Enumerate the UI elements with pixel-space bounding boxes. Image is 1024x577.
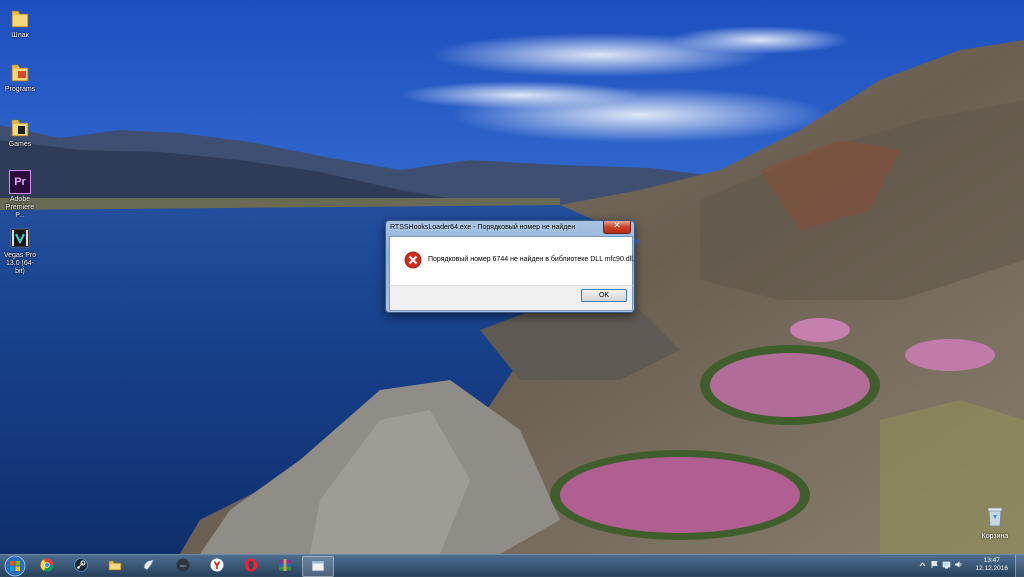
volume-icon[interactable] [954, 560, 963, 569]
svg-text:nox: nox [180, 563, 186, 568]
desktop-icon-label: Шлак [11, 32, 29, 39]
desktop-icon-games[interactable]: Games [2, 115, 38, 149]
taskbar-app-opera[interactable] [236, 556, 266, 575]
close-icon: ✕ [613, 220, 621, 230]
taskbar: nox 13:47 12.12.2016 [0, 554, 1024, 577]
taskbar-app-chrome[interactable] [32, 556, 62, 575]
taskbar-app-nox[interactable]: nox [168, 556, 198, 575]
desktop-icon-label: Adobe Premiere P... [5, 196, 35, 219]
desktop-icon-recycle-bin[interactable]: Корзина [978, 506, 1012, 540]
error-dialog: RTSSHooksLoader64.exe - Порядковый номер… [385, 220, 635, 313]
premiere-icon: Pr [9, 170, 31, 194]
desktop-icon-label: Корзина [981, 533, 1009, 540]
clock-time: 13:47 [983, 557, 1000, 564]
yandex-icon [210, 558, 224, 572]
winrar-icon [279, 559, 291, 571]
desktop-icon-programs[interactable]: Programs [2, 60, 38, 94]
desktop-icon-premiere[interactable]: Pr Adobe Premiere P... [2, 170, 38, 220]
vegas-icon [10, 228, 30, 248]
taskbar-clock[interactable]: 13:47 12.12.2016 [975, 557, 1008, 573]
network-icon[interactable] [942, 560, 951, 569]
dialog-content: Порядковый номер 6744 не найден в библио… [389, 236, 635, 285]
desktop-icon-label: Programs [4, 86, 36, 93]
ok-button[interactable]: OK [581, 289, 627, 302]
taskbar-app-active-window[interactable] [302, 556, 334, 577]
folder-icon [11, 119, 29, 137]
desktop-icon-label: Games [8, 141, 32, 148]
malwarebytes-icon [143, 559, 155, 571]
taskbar-app-winrar[interactable] [270, 556, 300, 575]
nox-icon: nox [176, 558, 190, 572]
dialog-title: RTSSHooksLoader64.exe - Порядковый номер… [390, 224, 576, 231]
dialog-message: Порядковый номер 6744 не найден в библио… [428, 256, 635, 263]
dialog-close-button[interactable]: ✕ [603, 220, 631, 234]
clock-date: 12.12.2016 [975, 565, 1008, 572]
start-button[interactable] [2, 555, 28, 577]
system-tray: 13:47 12.12.2016 [914, 555, 1024, 577]
opera-icon [245, 558, 257, 572]
chrome-icon [40, 558, 54, 572]
windows-logo-icon [10, 561, 15, 566]
desktop-icon-label: Vegas Pro 13.0 (64-bit) [3, 252, 37, 275]
action-center-flag-icon[interactable] [930, 560, 939, 569]
folder-icon [11, 10, 29, 28]
taskbar-app-steam[interactable] [66, 556, 96, 575]
folder-icon [108, 560, 122, 571]
window-icon [311, 560, 325, 572]
folder-icon [11, 64, 29, 82]
steam-icon [74, 558, 88, 572]
taskbar-app-yandex[interactable] [202, 556, 232, 575]
show-hidden-icons-icon[interactable] [918, 560, 927, 569]
dialog-footer: OK [389, 285, 633, 311]
desktop-icon-shlak[interactable]: Шлак [2, 6, 38, 40]
error-icon [404, 251, 422, 269]
desktop-icon-vegas[interactable]: Vegas Pro 13.0 (64-bit) [2, 226, 38, 276]
taskbar-app-explorer[interactable] [100, 556, 130, 575]
taskbar-app-malwarebytes[interactable] [134, 556, 164, 575]
show-desktop-button[interactable] [1015, 555, 1024, 577]
recycle-bin-icon [987, 507, 1003, 527]
